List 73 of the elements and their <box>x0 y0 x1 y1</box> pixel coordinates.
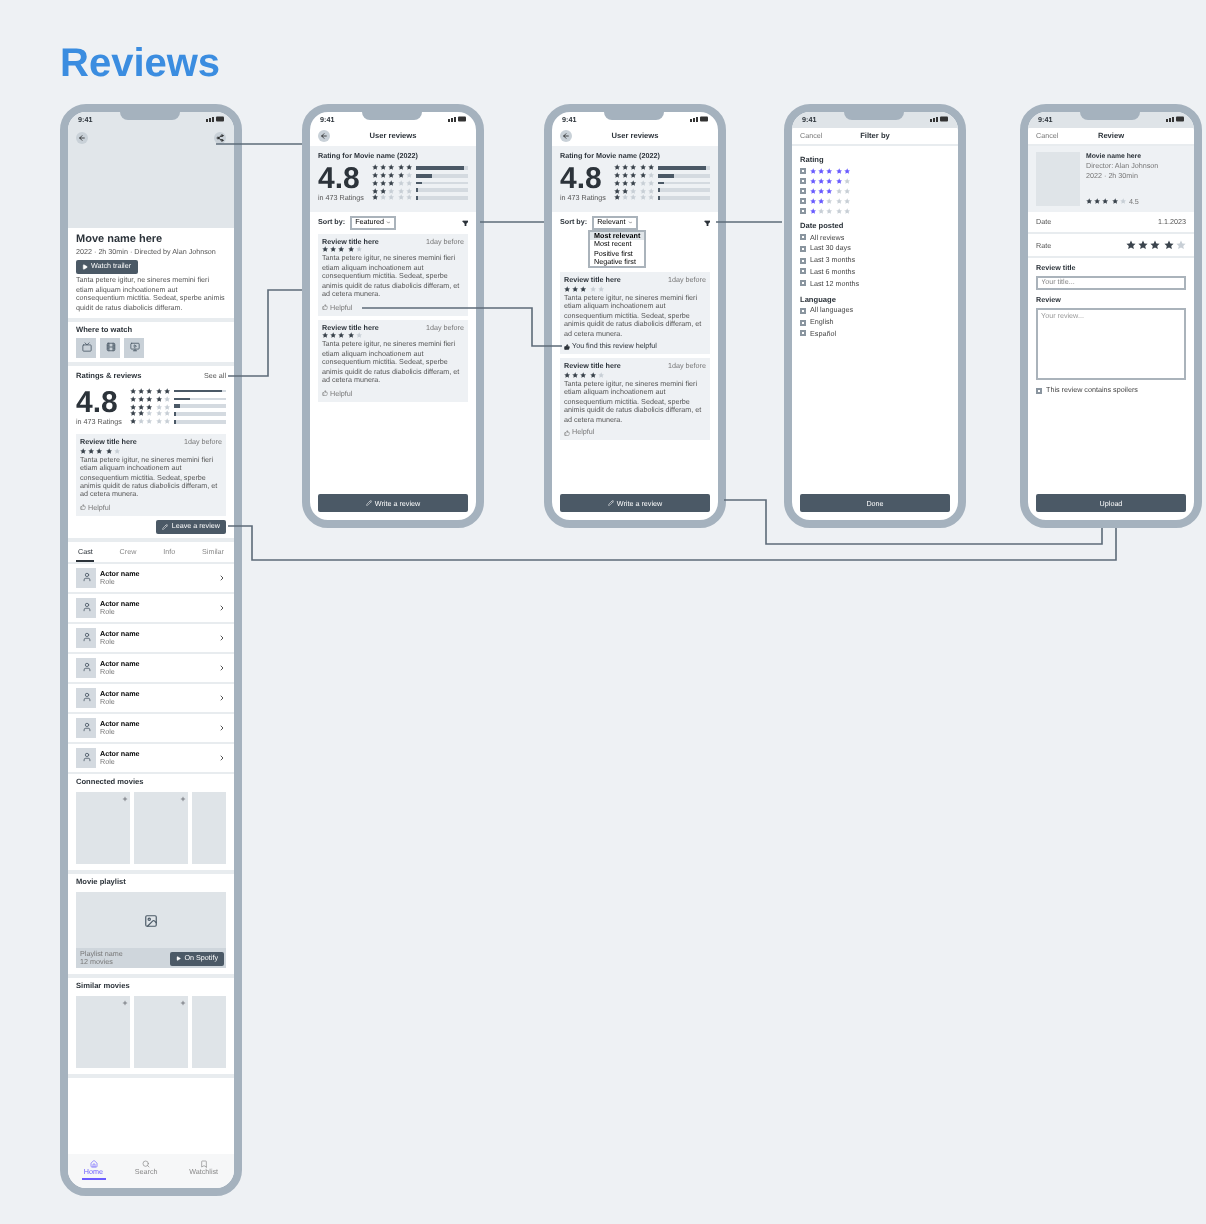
plus-icon <box>179 999 185 1006</box>
plus-icon <box>179 795 185 802</box>
back-button[interactable] <box>318 130 330 142</box>
nav-icon <box>142 1159 151 1167</box>
filter-icon[interactable] <box>461 219 468 227</box>
person-icon <box>81 662 91 673</box>
arrow-left-icon <box>78 134 86 142</box>
connector-line <box>215 143 303 145</box>
checkbox[interactable] <box>800 167 806 174</box>
connector-line <box>227 289 303 377</box>
image-icon <box>144 913 158 928</box>
thumbs-up-icon <box>564 429 570 436</box>
phone-notch <box>843 112 904 120</box>
play-screen-icon <box>129 342 139 353</box>
signal-battery-icon <box>1165 116 1184 122</box>
back-button[interactable] <box>76 132 88 144</box>
thumbs-up-icon <box>322 390 328 397</box>
signal-battery-icon <box>447 116 466 122</box>
signal-battery-icon <box>205 116 224 122</box>
filter-icon[interactable] <box>703 219 710 227</box>
signal-battery-icon <box>929 116 948 122</box>
connector-line <box>715 221 783 223</box>
share-button[interactable] <box>214 132 226 144</box>
checkbox[interactable] <box>800 177 806 184</box>
nav-icon <box>89 1159 98 1167</box>
connector-line <box>479 221 545 223</box>
arrow-left-icon <box>320 132 328 140</box>
checkbox[interactable] <box>800 319 806 326</box>
tv-icon <box>81 342 91 353</box>
checkbox[interactable] <box>800 330 806 337</box>
person-icon <box>81 722 91 733</box>
checkbox[interactable] <box>1036 387 1042 393</box>
person-icon <box>81 602 91 613</box>
pencil-icon <box>162 523 169 530</box>
checkbox[interactable] <box>800 268 806 275</box>
checkbox[interactable] <box>800 280 806 287</box>
pencil-icon <box>365 500 372 506</box>
phone-notch <box>603 112 664 120</box>
film-icon <box>105 342 115 353</box>
person-icon <box>81 752 91 763</box>
rating-value: 4.8 <box>76 387 118 418</box>
person-icon <box>81 692 91 703</box>
play-icon <box>82 263 88 270</box>
pencil-icon <box>607 500 614 506</box>
streaming-tile[interactable] <box>76 337 96 358</box>
plus-icon <box>121 999 127 1006</box>
thumbs-up-icon <box>564 343 570 350</box>
page-title: Reviews <box>60 40 223 90</box>
streaming-tile[interactable] <box>100 337 120 358</box>
plus-icon <box>121 795 127 802</box>
rating-value: 4.8 <box>318 164 360 194</box>
checkbox[interactable] <box>800 257 806 264</box>
arrow-left-icon <box>562 132 570 140</box>
checkbox[interactable] <box>800 187 806 194</box>
phone-notch <box>119 112 180 120</box>
signal-battery-icon <box>689 116 708 122</box>
checkbox[interactable] <box>800 307 806 314</box>
checkbox[interactable] <box>800 234 806 241</box>
back-button[interactable] <box>560 130 572 142</box>
phone-notch <box>1079 112 1140 120</box>
checkbox[interactable] <box>800 207 806 214</box>
thumbs-up-icon <box>80 504 86 511</box>
person-icon <box>81 572 91 583</box>
thumbs-up-icon <box>322 304 328 311</box>
phone-notch <box>361 112 422 120</box>
rating-value: 4.8 <box>560 164 602 194</box>
play-icon <box>176 956 182 961</box>
streaming-tile[interactable] <box>124 337 144 358</box>
share-icon <box>216 134 224 142</box>
person-icon <box>81 632 91 643</box>
nav-icon <box>199 1159 208 1167</box>
checkbox[interactable] <box>800 197 806 204</box>
checkbox[interactable] <box>800 245 806 252</box>
